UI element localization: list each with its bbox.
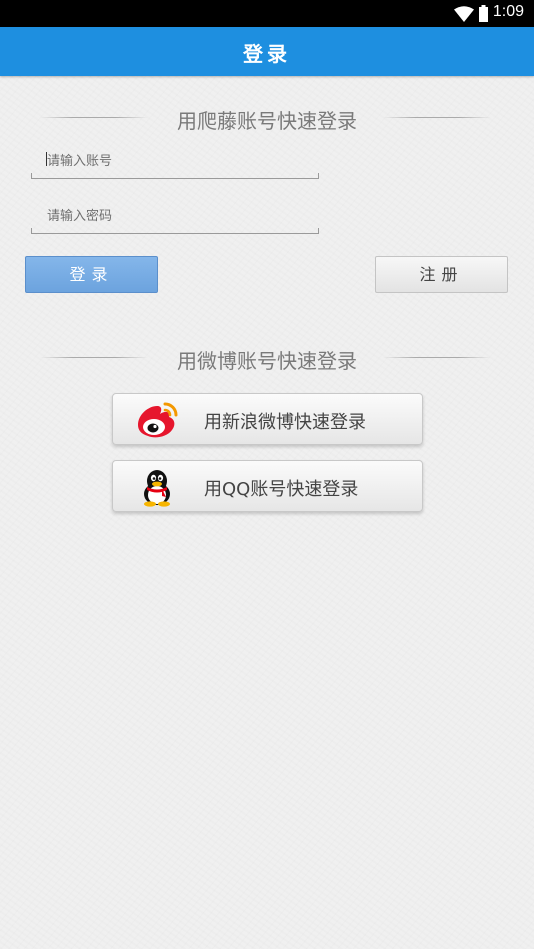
input-edge: [318, 228, 319, 234]
app-bar: 登录: [0, 27, 534, 76]
password-input[interactable]: [31, 200, 319, 234]
login-button[interactable]: 登录: [25, 256, 158, 293]
text-cursor: [46, 152, 47, 166]
input-edge: [31, 228, 32, 234]
battery-icon: [479, 5, 488, 22]
qq-login-label: 用QQ账号快速登录: [204, 479, 359, 500]
register-button[interactable]: 注册: [375, 256, 508, 293]
divider-line: [383, 117, 491, 118]
weibo-login-button[interactable]: 用新浪微博快速登录: [112, 393, 423, 445]
page-title: 登录: [243, 42, 291, 66]
input-edge: [31, 173, 32, 179]
weibo-icon: [138, 402, 178, 438]
wifi-icon: [454, 6, 474, 22]
status-bar: 1:09: [0, 0, 534, 27]
account-section-header: 用爬藤账号快速登录: [0, 100, 534, 136]
social-section-title: 用微博账号快速登录: [177, 349, 357, 373]
weibo-login-label: 用新浪微博快速登录: [204, 412, 366, 433]
divider-line: [383, 357, 491, 358]
qq-login-button[interactable]: 用QQ账号快速登录: [112, 460, 423, 512]
input-edge: [318, 173, 319, 179]
qq-penguin-icon: [144, 470, 170, 507]
status-time: 1:09: [492, 3, 524, 20]
account-section-title: 用爬藤账号快速登录: [177, 109, 357, 133]
social-section-header: 用微博账号快速登录: [0, 340, 534, 376]
username-input[interactable]: [31, 145, 319, 179]
